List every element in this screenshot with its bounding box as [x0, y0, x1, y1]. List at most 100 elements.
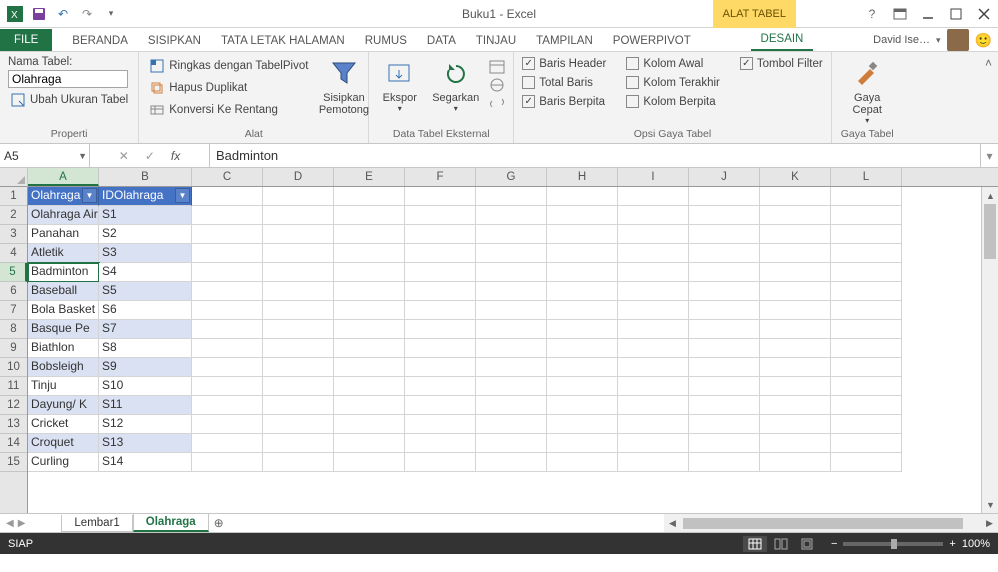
scroll-up-icon[interactable]: ▲	[982, 187, 998, 204]
cell-L3[interactable]	[831, 225, 902, 244]
cell-A8[interactable]: Basque Pe	[28, 320, 99, 339]
cell-H3[interactable]	[547, 225, 618, 244]
cell-J14[interactable]	[689, 434, 760, 453]
tab-tinjau[interactable]: TINJAU	[466, 31, 526, 51]
zoom-in-button[interactable]: +	[949, 538, 955, 550]
cell-A7[interactable]: Bola Basket	[28, 301, 99, 320]
horizontal-scrollbar[interactable]: ◀ ▶	[664, 514, 998, 532]
row-header-7[interactable]: 7	[0, 301, 27, 320]
cell-I7[interactable]	[618, 301, 689, 320]
cell-H6[interactable]	[547, 282, 618, 301]
fx-icon[interactable]: fx	[171, 149, 180, 163]
column-header-F[interactable]: F	[405, 168, 476, 186]
cell-K15[interactable]	[760, 453, 831, 472]
cell-E6[interactable]	[334, 282, 405, 301]
cell-K1[interactable]	[760, 187, 831, 206]
convert-range-button[interactable]: Konversi Ke Rentang	[147, 100, 310, 120]
cell-B6[interactable]: S5	[99, 282, 192, 301]
sheet-tab-olahraga[interactable]: Olahraga	[133, 514, 209, 532]
cell-L4[interactable]	[831, 244, 902, 263]
cell-J5[interactable]	[689, 263, 760, 282]
cell-F15[interactable]	[405, 453, 476, 472]
cell-D9[interactable]	[263, 339, 334, 358]
cell-G10[interactable]	[476, 358, 547, 377]
quick-styles-button[interactable]: Gaya Cepat ▾	[840, 56, 895, 127]
cell-K12[interactable]	[760, 396, 831, 415]
cell-C1[interactable]	[192, 187, 263, 206]
cell-F1[interactable]	[405, 187, 476, 206]
scroll-down-icon[interactable]: ▼	[982, 496, 998, 513]
cell-I4[interactable]	[618, 244, 689, 263]
cell-H13[interactable]	[547, 415, 618, 434]
cell-K2[interactable]	[760, 206, 831, 225]
row-header-5[interactable]: 5	[0, 263, 27, 282]
cell-C12[interactable]	[192, 396, 263, 415]
zoom-out-button[interactable]: −	[831, 538, 837, 550]
cell-C3[interactable]	[192, 225, 263, 244]
cell-L5[interactable]	[831, 263, 902, 282]
cell-F8[interactable]	[405, 320, 476, 339]
cell-B1[interactable]: IDOlahraga▼	[99, 187, 192, 206]
cell-G4[interactable]	[476, 244, 547, 263]
cell-B9[interactable]: S8	[99, 339, 192, 358]
cell-L6[interactable]	[831, 282, 902, 301]
cell-C5[interactable]	[192, 263, 263, 282]
smiley-icon[interactable]: 🙂	[975, 32, 992, 49]
cell-B15[interactable]: S14	[99, 453, 192, 472]
sheet-tab-lembar1[interactable]: Lembar1	[61, 515, 132, 532]
filter-dropdown-icon[interactable]: ▼	[175, 188, 190, 203]
cell-J15[interactable]	[689, 453, 760, 472]
cell-K9[interactable]	[760, 339, 831, 358]
insert-slicer-button[interactable]: Sisipkan Pemotong	[316, 56, 371, 127]
cell-F6[interactable]	[405, 282, 476, 301]
cell-D1[interactable]	[263, 187, 334, 206]
cell-F2[interactable]	[405, 206, 476, 225]
last-col-checkbox[interactable]: Kolom Terakhir	[626, 75, 720, 90]
header-row-checkbox[interactable]: ✓Baris Header	[522, 56, 606, 71]
cell-E13[interactable]	[334, 415, 405, 434]
cancel-formula-icon[interactable]: ✕	[119, 149, 129, 163]
cell-L11[interactable]	[831, 377, 902, 396]
cell-H12[interactable]	[547, 396, 618, 415]
cell-K4[interactable]	[760, 244, 831, 263]
cell-F9[interactable]	[405, 339, 476, 358]
column-header-E[interactable]: E	[334, 168, 405, 186]
cell-K3[interactable]	[760, 225, 831, 244]
tab-powerpivot[interactable]: POWERPIVOT	[603, 31, 701, 51]
cell-H15[interactable]	[547, 453, 618, 472]
cell-K13[interactable]	[760, 415, 831, 434]
sheet-nav-prev-icon[interactable]: ◀	[6, 518, 14, 529]
cell-C11[interactable]	[192, 377, 263, 396]
column-header-G[interactable]: G	[476, 168, 547, 186]
row-header-2[interactable]: 2	[0, 206, 27, 225]
cell-D15[interactable]	[263, 453, 334, 472]
cell-D8[interactable]	[263, 320, 334, 339]
cell-F12[interactable]	[405, 396, 476, 415]
cell-J8[interactable]	[689, 320, 760, 339]
cell-K10[interactable]	[760, 358, 831, 377]
cell-J11[interactable]	[689, 377, 760, 396]
first-col-checkbox[interactable]: Kolom Awal	[626, 56, 720, 71]
cell-H1[interactable]	[547, 187, 618, 206]
cell-G7[interactable]	[476, 301, 547, 320]
cell-B2[interactable]: S1	[99, 206, 192, 225]
zoom-slider[interactable]	[843, 542, 943, 546]
cell-H11[interactable]	[547, 377, 618, 396]
cell-G13[interactable]	[476, 415, 547, 434]
cell-A9[interactable]: Biathlon	[28, 339, 99, 358]
row-header-1[interactable]: 1	[0, 187, 27, 206]
cell-H4[interactable]	[547, 244, 618, 263]
cell-E9[interactable]	[334, 339, 405, 358]
tab-tataletak[interactable]: TATA LETAK HALAMAN	[211, 31, 355, 51]
column-header-L[interactable]: L	[831, 168, 902, 186]
cell-C8[interactable]	[192, 320, 263, 339]
cell-F11[interactable]	[405, 377, 476, 396]
tab-data[interactable]: DATA	[417, 31, 466, 51]
filter-dropdown-icon[interactable]: ▼	[82, 188, 97, 203]
cell-I6[interactable]	[618, 282, 689, 301]
cell-L13[interactable]	[831, 415, 902, 434]
resize-table-button[interactable]: Ubah Ukuran Tabel	[8, 90, 130, 110]
cell-I14[interactable]	[618, 434, 689, 453]
tab-desain[interactable]: DESAIN	[751, 29, 814, 51]
cell-A4[interactable]: Atletik	[28, 244, 99, 263]
